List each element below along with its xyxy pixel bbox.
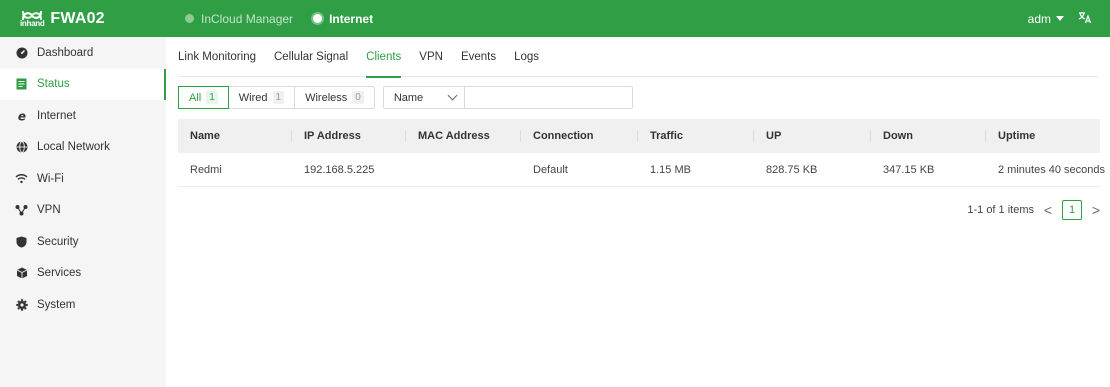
filter-count: 1: [272, 91, 285, 104]
sidebar-item-label: Security: [37, 235, 79, 248]
sidebar-item-services[interactable]: Services: [0, 258, 166, 290]
next-page-icon[interactable]: >: [1090, 201, 1102, 219]
cell-down: 347.15 KB: [883, 163, 935, 176]
sidebar-item-label: Internet: [37, 109, 76, 122]
filter-label: All: [189, 91, 202, 104]
cell-uptime: 2 minutes 40 seconds: [998, 163, 1106, 176]
pagination-summary: 1-1 of 1 items: [967, 204, 1034, 216]
column-header-traffic[interactable]: Traffic: [638, 119, 754, 153]
username: adm: [1027, 11, 1051, 26]
sidebar-item-wifi[interactable]: Wi-Fi: [0, 163, 166, 195]
inhand-logo: inhand: [20, 10, 45, 28]
sidebar-item-status[interactable]: Status: [0, 68, 166, 100]
top-tab-label: Internet: [329, 11, 374, 26]
filter-wired-button[interactable]: Wired 1: [229, 87, 296, 108]
table-row[interactable]: Redmi 192.168.5.225 Default 1.15 MB 828.…: [178, 153, 1106, 187]
search-input[interactable]: [464, 86, 633, 109]
table-header: Name IP Address MAC Address Connection T…: [178, 119, 1100, 153]
filter-wireless-button[interactable]: Wireless 0: [295, 87, 374, 108]
vpn-icon: [15, 204, 28, 217]
filter-count: 1: [206, 91, 218, 104]
top-tab-incloud-manager[interactable]: InCloud Manager: [181, 0, 297, 37]
sidebar-item-internet[interactable]: e Internet: [0, 100, 166, 132]
tab-logs[interactable]: Logs: [514, 37, 539, 77]
connection-type-filter: All 1 Wired 1 Wireless 0: [178, 86, 375, 109]
tab-cellular-signal[interactable]: Cellular Signal: [274, 37, 348, 77]
sidebar-item-local-network[interactable]: Local Network: [0, 132, 166, 164]
sidebar-item-security[interactable]: Security: [0, 226, 166, 258]
cloud-status-icon: [185, 14, 194, 23]
clients-table: Name IP Address MAC Address Connection T…: [178, 119, 1106, 187]
top-tab-label: InCloud Manager: [201, 11, 294, 26]
sidebar-item-label: Status: [37, 78, 70, 91]
column-header-up[interactable]: UP: [754, 119, 871, 153]
brand[interactable]: inhand FWA02: [0, 10, 165, 28]
shield-icon: [15, 235, 28, 248]
tab-vpn[interactable]: VPN: [419, 37, 443, 77]
chevron-down-icon: [447, 90, 458, 101]
cell-ip-address: 192.168.5.225: [304, 163, 375, 176]
filter-label: Wired: [238, 91, 268, 104]
cell-traffic: 1.15 MB: [650, 163, 691, 176]
filter-label: Wireless: [305, 91, 348, 104]
search-field-value: Name: [393, 91, 424, 104]
sidebar-item-label: VPN: [37, 204, 61, 217]
logo-subtext: inhand: [20, 18, 45, 28]
sidebar-item-label: Wi-Fi: [37, 172, 64, 185]
caret-down-icon: [1056, 16, 1064, 21]
sidebar-item-dashboard[interactable]: Dashboard: [0, 37, 166, 69]
main-content: Link Monitoring Cellular Signal Clients …: [166, 37, 1110, 387]
product-name: FWA02: [50, 9, 105, 27]
column-header-uptime[interactable]: Uptime: [986, 119, 1100, 153]
tab-clients[interactable]: Clients: [366, 37, 402, 78]
page-number-button[interactable]: 1: [1062, 200, 1082, 220]
wifi-icon: [15, 172, 28, 185]
gear-icon: [15, 298, 28, 311]
top-tab-internet[interactable]: Internet: [309, 0, 377, 37]
top-bar: inhand FWA02 InCloud Manager Internet ad…: [0, 0, 1110, 37]
svg-text:e: e: [17, 110, 25, 122]
cell-connection: Default: [533, 163, 568, 176]
sidebar: Dashboard Status e Internet Local Networ…: [0, 37, 166, 387]
pagination: 1-1 of 1 items < 1 >: [967, 200, 1102, 220]
filter-count: 0: [352, 91, 364, 104]
column-header-connection[interactable]: Connection: [521, 119, 638, 153]
column-header-name[interactable]: Name: [178, 119, 292, 153]
globe-icon: [15, 141, 28, 154]
internet-status-icon: [313, 14, 323, 23]
client-filters: All 1 Wired 1 Wireless 0 Name: [178, 86, 633, 109]
cell-name: Redmi: [190, 163, 222, 176]
search-field-select[interactable]: Name: [382, 86, 465, 109]
filter-all-button[interactable]: All 1: [178, 86, 229, 109]
tab-link-monitoring[interactable]: Link Monitoring: [178, 37, 256, 77]
dashboard-icon: [15, 46, 28, 59]
sidebar-item-label: Local Network: [37, 141, 110, 154]
prev-page-icon[interactable]: <: [1042, 201, 1054, 219]
sidebar-item-label: Services: [37, 267, 82, 280]
column-header-ip-address[interactable]: IP Address: [292, 119, 406, 153]
services-icon: [15, 267, 28, 280]
status-icon: [15, 78, 28, 91]
column-header-mac-address[interactable]: MAC Address: [406, 119, 521, 153]
tab-events[interactable]: Events: [461, 37, 496, 77]
status-subtabs: Link Monitoring Cellular Signal Clients …: [178, 37, 1098, 78]
column-header-down[interactable]: Down: [871, 119, 986, 153]
sidebar-item-system[interactable]: System: [0, 289, 166, 321]
user-menu[interactable]: adm: [1028, 12, 1064, 26]
sidebar-item-vpn[interactable]: VPN: [0, 195, 166, 227]
internet-icon: e: [15, 109, 28, 122]
translate-icon[interactable]: [1078, 11, 1092, 27]
cell-up: 828.75 KB: [766, 163, 818, 176]
sidebar-item-label: Dashboard: [37, 46, 94, 59]
sidebar-item-label: System: [37, 298, 76, 311]
